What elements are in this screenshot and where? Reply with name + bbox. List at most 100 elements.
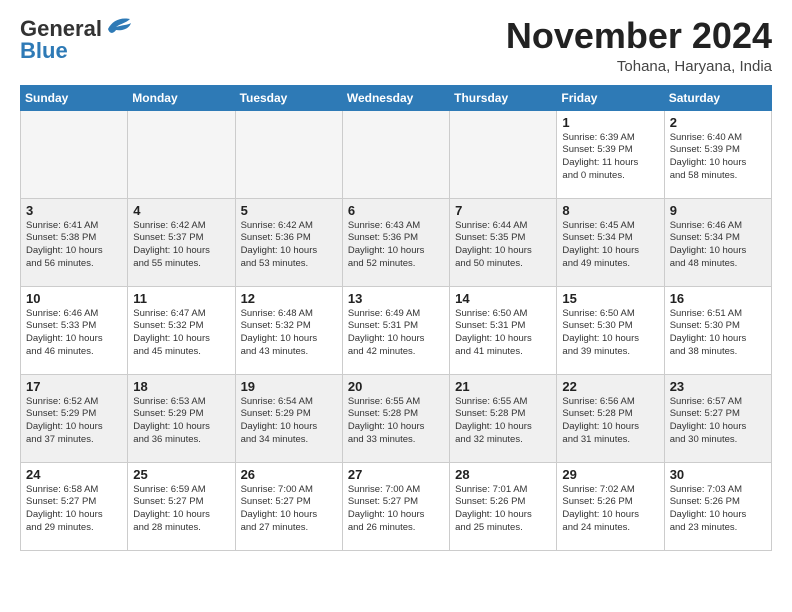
day-detail: Sunrise: 6:59 AMSunset: 5:27 PMDaylight:…	[133, 484, 229, 535]
table-cell: 30 Sunrise: 7:03 AMSunset: 5:26 PMDayligh…	[664, 462, 771, 550]
day-detail: Sunrise: 7:00 AMSunset: 5:27 PMDaylight:…	[348, 484, 444, 535]
day-number: 25	[133, 467, 229, 482]
day-detail: Sunrise: 6:54 AMSunset: 5:29 PMDaylight:…	[241, 396, 337, 447]
day-detail: Sunrise: 6:45 AMSunset: 5:34 PMDaylight:…	[562, 220, 658, 271]
day-number: 7	[455, 203, 551, 218]
day-number: 9	[670, 203, 766, 218]
table-cell: 27 Sunrise: 7:00 AMSunset: 5:27 PMDayligh…	[342, 462, 449, 550]
day-number: 11	[133, 291, 229, 306]
table-cell	[21, 110, 128, 198]
table-cell: 7Sunrise: 6:44 AMSunset: 5:35 PMDaylight…	[450, 198, 557, 286]
day-number: 6	[348, 203, 444, 218]
table-cell: 6 Sunrise: 6:43 AMSunset: 5:36 PMDaylight…	[342, 198, 449, 286]
table-cell: 23Sunrise: 6:57 AMSunset: 5:27 PMDayligh…	[664, 374, 771, 462]
table-cell	[342, 110, 449, 198]
table-cell: 16 Sunrise: 6:51 AMSunset: 5:30 PMDayligh…	[664, 286, 771, 374]
day-number: 15	[562, 291, 658, 306]
table-cell: 12 Sunrise: 6:48 AMSunset: 5:32 PMDayligh…	[235, 286, 342, 374]
day-number: 12	[241, 291, 337, 306]
day-detail: Sunrise: 6:43 AMSunset: 5:36 PMDaylight:…	[348, 220, 444, 271]
day-number: 28	[455, 467, 551, 482]
day-number: 23	[670, 379, 766, 394]
day-detail: Sunrise: 6:46 AMSunset: 5:34 PMDaylight:…	[670, 220, 766, 271]
table-cell: 3Sunrise: 6:41 AMSunset: 5:38 PMDaylight…	[21, 198, 128, 286]
table-cell: 4Sunrise: 6:42 AMSunset: 5:37 PMDaylight…	[128, 198, 235, 286]
day-number: 24	[26, 467, 122, 482]
calendar-table: Sunday Monday Tuesday Wednesday Thursday…	[20, 85, 772, 551]
table-cell: 9 Sunrise: 6:46 AMSunset: 5:34 PMDaylight…	[664, 198, 771, 286]
day-number: 8	[562, 203, 658, 218]
day-detail: Sunrise: 6:56 AMSunset: 5:28 PMDaylight:…	[562, 396, 658, 447]
logo-blue: Blue	[20, 38, 68, 64]
day-number: 5	[241, 203, 337, 218]
table-cell: 15 Sunrise: 6:50 AMSunset: 5:30 PMDayligh…	[557, 286, 664, 374]
day-number: 30	[670, 467, 766, 482]
col-sunday: Sunday	[21, 85, 128, 110]
table-cell: 17 Sunrise: 6:52 AMSunset: 5:29 PMDayligh…	[21, 374, 128, 462]
calendar-row-5: 24 Sunrise: 6:58 AMSunset: 5:27 PMDayligh…	[21, 462, 772, 550]
day-detail: Sunrise: 7:03 AMSunset: 5:26 PMDaylight:…	[670, 484, 766, 535]
day-detail: Sunrise: 6:50 AMSunset: 5:31 PMDaylight:…	[455, 308, 551, 359]
day-detail: Sunrise: 7:01 AMSunset: 5:26 PMDaylight:…	[455, 484, 551, 535]
table-cell: 28 Sunrise: 7:01 AMSunset: 5:26 PMDayligh…	[450, 462, 557, 550]
day-detail: Sunrise: 7:00 AMSunset: 5:27 PMDaylight:…	[241, 484, 337, 535]
table-cell: 10 Sunrise: 6:46 AMSunset: 5:33 PMDayligh…	[21, 286, 128, 374]
table-cell: 21 Sunrise: 6:55 AMSunset: 5:28 PMDayligh…	[450, 374, 557, 462]
col-monday: Monday	[128, 85, 235, 110]
day-detail: Sunrise: 6:53 AMSunset: 5:29 PMDaylight:…	[133, 396, 229, 447]
col-saturday: Saturday	[664, 85, 771, 110]
day-detail: Sunrise: 6:49 AMSunset: 5:31 PMDaylight:…	[348, 308, 444, 359]
table-cell	[128, 110, 235, 198]
month-title: November 2024	[506, 16, 772, 56]
header-row: Sunday Monday Tuesday Wednesday Thursday…	[21, 85, 772, 110]
header-right: November 2024 Tohana, Haryana, India	[506, 16, 772, 75]
col-tuesday: Tuesday	[235, 85, 342, 110]
day-number: 26	[241, 467, 337, 482]
day-detail: Sunrise: 6:52 AMSunset: 5:29 PMDaylight:…	[26, 396, 122, 447]
day-number: 21	[455, 379, 551, 394]
table-cell: 13 Sunrise: 6:49 AMSunset: 5:31 PMDayligh…	[342, 286, 449, 374]
day-number: 16	[670, 291, 766, 306]
day-detail: Sunrise: 6:50 AMSunset: 5:30 PMDaylight:…	[562, 308, 658, 359]
table-cell: 2 Sunrise: 6:40 AMSunset: 5:39 PMDaylight…	[664, 110, 771, 198]
calendar-row-3: 10 Sunrise: 6:46 AMSunset: 5:33 PMDayligh…	[21, 286, 772, 374]
day-detail: Sunrise: 6:41 AMSunset: 5:38 PMDaylight:…	[26, 220, 122, 271]
day-detail: Sunrise: 6:48 AMSunset: 5:32 PMDaylight:…	[241, 308, 337, 359]
col-wednesday: Wednesday	[342, 85, 449, 110]
day-number: 2	[670, 115, 766, 130]
day-number: 27	[348, 467, 444, 482]
table-cell: 24 Sunrise: 6:58 AMSunset: 5:27 PMDayligh…	[21, 462, 128, 550]
day-number: 1	[562, 115, 658, 130]
table-cell: 20Sunrise: 6:55 AMSunset: 5:28 PMDayligh…	[342, 374, 449, 462]
day-detail: Sunrise: 6:42 AMSunset: 5:36 PMDaylight:…	[241, 220, 337, 271]
table-cell: 5 Sunrise: 6:42 AMSunset: 5:36 PMDaylight…	[235, 198, 342, 286]
day-number: 13	[348, 291, 444, 306]
table-cell: 19 Sunrise: 6:54 AMSunset: 5:29 PMDayligh…	[235, 374, 342, 462]
day-detail: Sunrise: 6:47 AMSunset: 5:32 PMDaylight:…	[133, 308, 229, 359]
calendar-row-1: 1 Sunrise: 6:39 AMSunset: 5:39 PMDaylight…	[21, 110, 772, 198]
day-number: 29	[562, 467, 658, 482]
table-cell: 18Sunrise: 6:53 AMSunset: 5:29 PMDayligh…	[128, 374, 235, 462]
day-detail: Sunrise: 6:40 AMSunset: 5:39 PMDaylight:…	[670, 132, 766, 183]
calendar-row-2: 3Sunrise: 6:41 AMSunset: 5:38 PMDaylight…	[21, 198, 772, 286]
page: General Blue November 2024 Tohana, Harya…	[0, 0, 792, 563]
day-detail: Sunrise: 6:55 AMSunset: 5:28 PMDaylight:…	[455, 396, 551, 447]
location: Tohana, Haryana, India	[506, 58, 772, 75]
day-number: 19	[241, 379, 337, 394]
day-detail: Sunrise: 6:46 AMSunset: 5:33 PMDaylight:…	[26, 308, 122, 359]
day-detail: Sunrise: 6:42 AMSunset: 5:37 PMDaylight:…	[133, 220, 229, 271]
day-detail: Sunrise: 7:02 AMSunset: 5:26 PMDaylight:…	[562, 484, 658, 535]
day-detail: Sunrise: 6:55 AMSunset: 5:28 PMDaylight:…	[348, 396, 444, 447]
day-detail: Sunrise: 6:51 AMSunset: 5:30 PMDaylight:…	[670, 308, 766, 359]
day-detail: Sunrise: 6:39 AMSunset: 5:39 PMDaylight:…	[562, 132, 658, 183]
table-cell: 8 Sunrise: 6:45 AMSunset: 5:34 PMDaylight…	[557, 198, 664, 286]
table-cell	[235, 110, 342, 198]
logo-bird-icon	[104, 15, 132, 37]
day-detail: Sunrise: 6:58 AMSunset: 5:27 PMDaylight:…	[26, 484, 122, 535]
day-number: 17	[26, 379, 122, 394]
col-friday: Friday	[557, 85, 664, 110]
table-cell: 14 Sunrise: 6:50 AMSunset: 5:31 PMDayligh…	[450, 286, 557, 374]
day-number: 14	[455, 291, 551, 306]
day-number: 10	[26, 291, 122, 306]
table-cell	[450, 110, 557, 198]
